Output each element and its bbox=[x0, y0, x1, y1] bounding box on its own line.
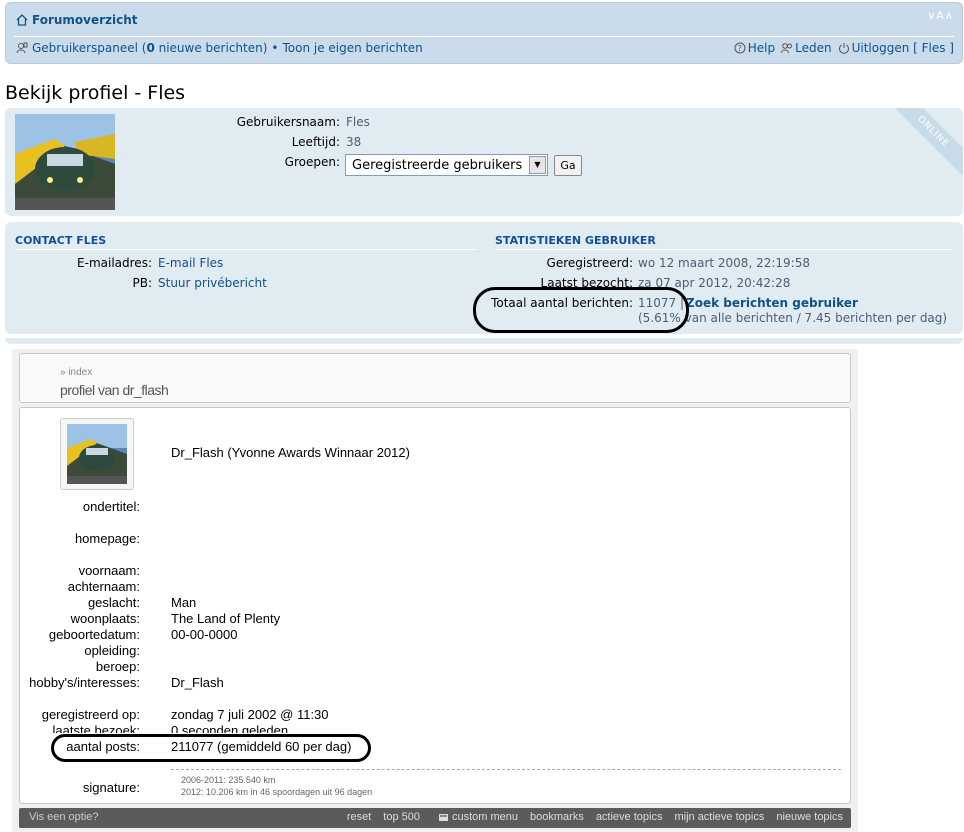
page-title: Bekijk profiel - Fles bbox=[5, 82, 186, 104]
birthdate-value: 00-00-0000 bbox=[171, 627, 238, 642]
font-size-controls[interactable]: ∨A∧ bbox=[927, 9, 954, 22]
username-label: Gebruikersnaam: bbox=[236, 115, 340, 129]
home-icon bbox=[16, 14, 28, 26]
gender-value: Man bbox=[171, 595, 197, 610]
online-ribbon: ONLINE bbox=[883, 108, 963, 182]
help-icon: ? bbox=[734, 42, 746, 54]
hobbies-value: Dr_Flash bbox=[171, 675, 224, 690]
groups-label: Groepen: bbox=[284, 155, 340, 169]
highlight-oval-posts bbox=[473, 287, 689, 333]
footer-prompt: Vis een optie? bbox=[29, 811, 99, 823]
lastname-label: achternaam: bbox=[67, 579, 140, 594]
firstname-label: voornaam: bbox=[78, 563, 140, 578]
old-footer-bar: Vis een optie? reset top 500 custom menu… bbox=[19, 808, 851, 828]
profile-panel: Gebruikersnaam: Fles Leeftijd: 38 Groepe… bbox=[5, 108, 963, 216]
help-link[interactable]: ? Help bbox=[734, 41, 775, 55]
hobbies-label: hobby's/interesses: bbox=[29, 675, 140, 690]
registered-value: wo 12 maart 2008, 22:19:58 bbox=[638, 256, 810, 270]
residence-value: The Land of Plenty bbox=[171, 611, 281, 626]
profession-label: beroep: bbox=[95, 659, 140, 674]
forum-index-label: Forumoverzicht bbox=[32, 13, 138, 27]
user-panel-icon bbox=[16, 42, 28, 54]
stats-divider bbox=[495, 249, 953, 250]
signature-label: signature: bbox=[82, 780, 140, 795]
footer-custom-menu-label: custom menu bbox=[451, 811, 519, 823]
last-visit-old-label: laatste bezoek: bbox=[52, 723, 140, 733]
footer-links: reset top 500 custom menu bookmarks acti… bbox=[347, 811, 843, 823]
footer-top500-link[interactable]: top 500 bbox=[383, 811, 420, 823]
members-label: Leden bbox=[795, 41, 832, 55]
posts-detail-text: van alle berichten / 7.45 berichten per … bbox=[680, 311, 948, 325]
old-avatar-frame bbox=[60, 418, 134, 490]
registered-on-value: zondag 7 juli 2002 @ 11:30 bbox=[171, 707, 329, 722]
username-value: Fles bbox=[346, 115, 370, 129]
groups-select[interactable]: Geregistreerde gebruikers ▼ bbox=[345, 154, 548, 176]
footer-custom-menu-link[interactable]: custom menu bbox=[438, 811, 518, 823]
logout-label: Uitloggen [ Fles ] bbox=[851, 41, 954, 55]
footer-reset-link[interactable]: reset bbox=[347, 811, 371, 823]
last-visit-old-value: 0 seconden geleden bbox=[171, 723, 289, 733]
signature-line-2: 2012: 10.206 km in 46 spoordagen uit 96 … bbox=[181, 787, 373, 797]
old-display-name: Dr_Flash (Yvonne Awards Winnaar 2012) bbox=[171, 445, 410, 460]
email-link[interactable]: E-mail Fles bbox=[158, 256, 223, 270]
forum-index-link[interactable]: Forumoverzicht bbox=[16, 13, 138, 27]
old-avatar bbox=[67, 424, 127, 484]
forum-navbar: Forumoverzicht ∨A∧ Gebruikerspaneel (0 n… bbox=[5, 2, 963, 64]
birthdate-label: geboortedatum: bbox=[48, 627, 140, 642]
breadcrumb-title: profiel van dr_flash bbox=[60, 382, 169, 398]
contact-heading: CONTACT FLES bbox=[15, 234, 107, 247]
signature-divider bbox=[171, 769, 841, 770]
highlight-oval-old-posts bbox=[51, 734, 371, 762]
logout-link[interactable]: Uitloggen [ Fles ] bbox=[838, 41, 954, 55]
user-panel-link[interactable]: Gebruikerspaneel (0 nieuwe berichten) bbox=[32, 41, 267, 55]
own-posts-link[interactable]: Toon je eigen berichten bbox=[282, 41, 422, 55]
contact-divider bbox=[15, 249, 477, 250]
footer-new-topics-link[interactable]: nieuwe topics bbox=[776, 811, 843, 823]
svg-text:?: ? bbox=[737, 44, 741, 53]
registered-on-label: geregistreerd op: bbox=[41, 707, 140, 722]
breadcrumb: » index profiel van dr_flash bbox=[19, 353, 851, 403]
age-label: Leeftijd: bbox=[291, 135, 340, 149]
registered-label: Geregistreerd: bbox=[546, 256, 633, 270]
power-icon bbox=[838, 43, 849, 54]
subtitle-label: ondertitel: bbox=[82, 499, 140, 514]
members-icon bbox=[781, 43, 793, 54]
homepage-label: homepage: bbox=[74, 531, 140, 546]
pm-link[interactable]: Stuur privébericht bbox=[158, 276, 267, 290]
help-label: Help bbox=[747, 41, 776, 55]
search-posts-link[interactable]: Zoek berichten gebruiker bbox=[686, 296, 858, 310]
groups-select-value: Geregistreerde gebruikers bbox=[352, 158, 523, 173]
members-link[interactable]: Leden bbox=[781, 41, 832, 55]
panel-strip bbox=[5, 338, 963, 344]
footer-active-topics-link[interactable]: actieve topics bbox=[596, 811, 663, 823]
email-label: E-mailadres: bbox=[77, 256, 152, 270]
chevron-down-icon: ▼ bbox=[529, 156, 546, 174]
new-count: 0 bbox=[146, 41, 155, 55]
user-panel-label: Gebruikerspaneel ( bbox=[32, 41, 147, 55]
nav-right-links: ? Help Leden Uitloggen [ Fles ] bbox=[734, 41, 954, 55]
age-value: 38 bbox=[346, 135, 362, 149]
menu-icon bbox=[438, 813, 448, 821]
footer-my-active-topics-link[interactable]: mijn actieve topics bbox=[674, 811, 764, 823]
stats-heading: STATISTIEKEN GEBRUIKER bbox=[495, 234, 656, 247]
navbar-divider bbox=[14, 36, 954, 37]
user-links: Gebruikerspaneel (0 nieuwe berichten) • … bbox=[16, 41, 423, 55]
new-messages-label: nieuwe berichten) bbox=[154, 41, 268, 55]
go-button[interactable]: Ga bbox=[554, 155, 582, 176]
education-label: opleiding: bbox=[84, 643, 140, 658]
pm-label: PB: bbox=[132, 276, 152, 290]
signature-line-1: 2006-2011: 235.540 km bbox=[181, 775, 276, 785]
breadcrumb-index-link[interactable]: » index bbox=[60, 367, 92, 378]
avatar bbox=[15, 114, 115, 210]
gender-label: geslacht: bbox=[87, 595, 140, 610]
residence-label: woonplaats: bbox=[70, 611, 140, 626]
footer-bookmarks-link[interactable]: bookmarks bbox=[530, 811, 584, 823]
bullet-separator: • bbox=[271, 41, 279, 55]
